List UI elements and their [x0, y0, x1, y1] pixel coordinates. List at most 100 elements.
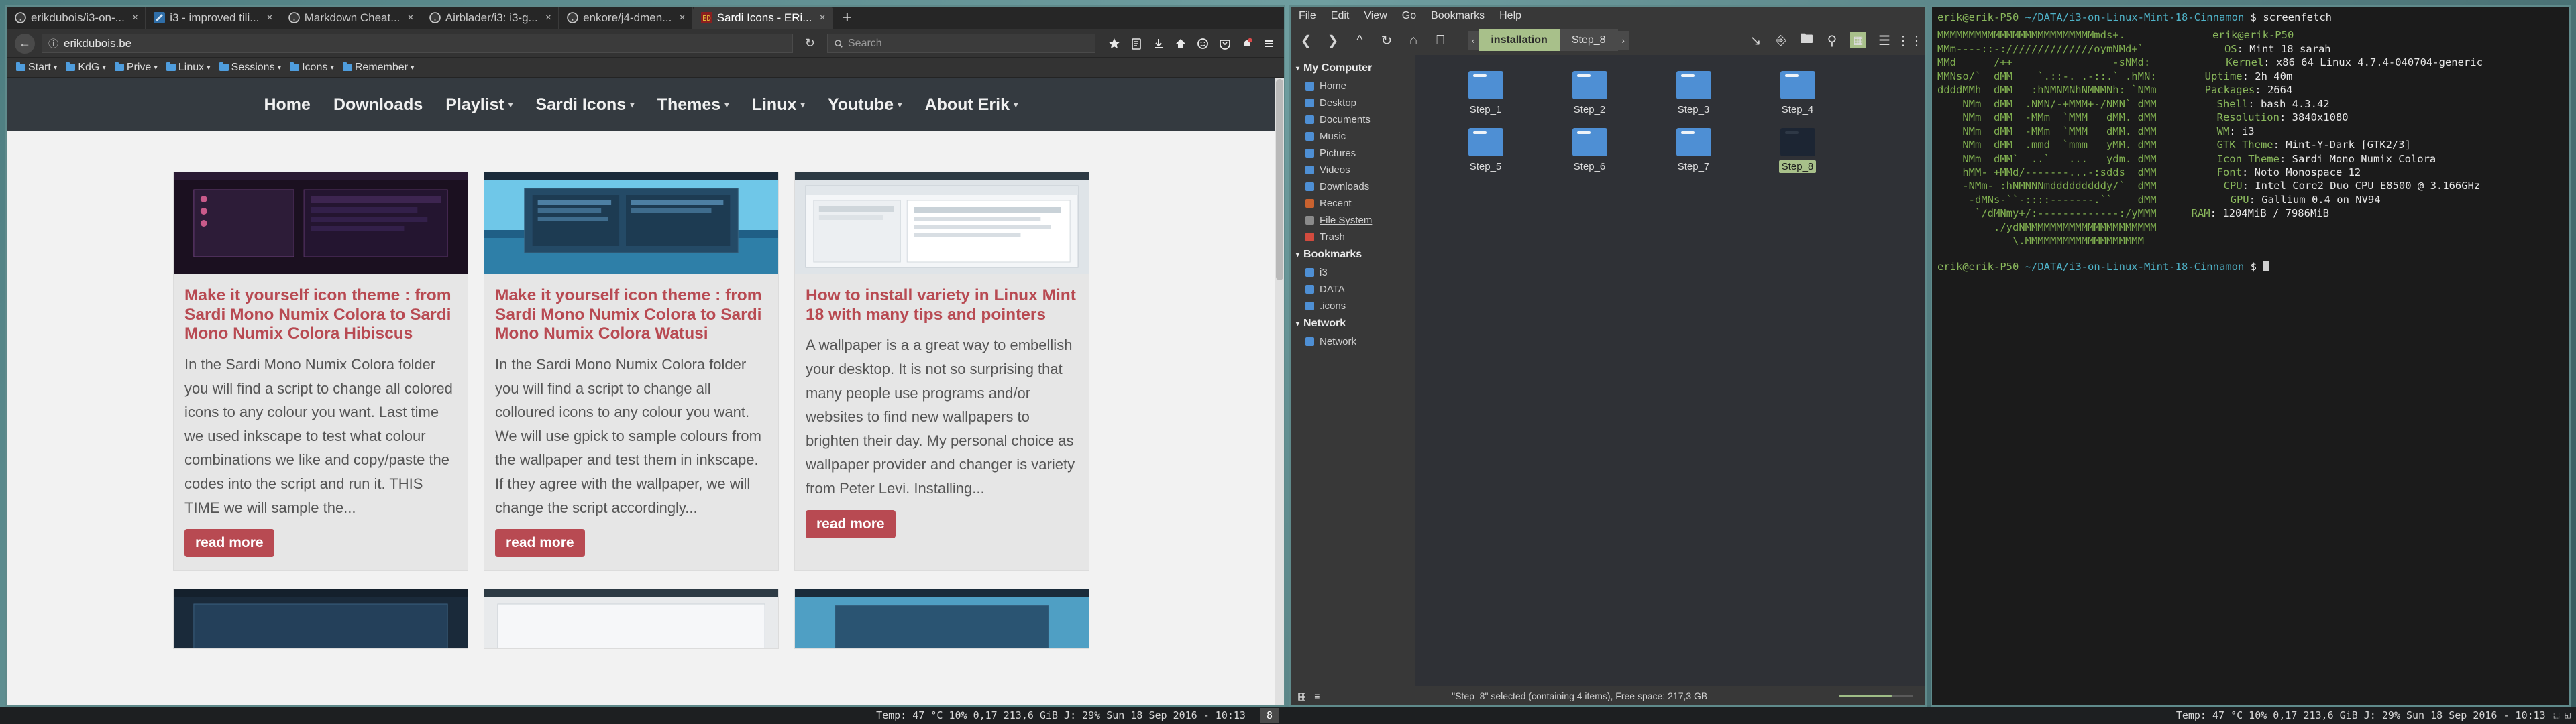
file-item[interactable]: Step_4 — [1746, 64, 1849, 121]
layout-indicator[interactable]: ⬚ ◱ — [2554, 710, 2571, 721]
workspace-indicator[interactable]: 8 — [1260, 708, 1279, 723]
menu-help[interactable]: Help — [1499, 10, 1521, 22]
sidebar-item-network[interactable]: Network — [1291, 333, 1415, 350]
breadcrumb-next-icon[interactable]: › — [1618, 31, 1629, 50]
sidebar-item-file-system[interactable]: File System — [1291, 212, 1415, 229]
read-more-button[interactable]: read more — [806, 510, 896, 538]
file-item[interactable]: Step_3 — [1642, 64, 1746, 121]
address-input[interactable]: ⓘ erikdubois.be — [42, 34, 793, 53]
sidebar-group-network[interactable]: ▾Network — [1291, 314, 1415, 333]
site-info-icon[interactable]: ⓘ — [48, 36, 58, 50]
article-card[interactable] — [173, 589, 468, 649]
new-folder-icon[interactable]: 🖿 — [1799, 29, 1814, 52]
sidebar-item-downloads[interactable]: Downloads — [1291, 178, 1415, 195]
reload-icon[interactable]: ↻ — [800, 36, 820, 50]
up-icon[interactable]: ^ — [1352, 33, 1367, 48]
sidebar-item-icons[interactable]: .icons — [1291, 298, 1415, 314]
reload-icon[interactable]: ↻ — [1379, 32, 1394, 49]
breadcrumb-prev-icon[interactable]: ‹ — [1468, 31, 1479, 50]
smiley-icon[interactable] — [1196, 37, 1210, 50]
split-view-icon[interactable]: ↘ — [1748, 32, 1763, 49]
tab-close-icon[interactable]: × — [816, 12, 825, 24]
scrollbar-thumb[interactable] — [1276, 79, 1283, 280]
sidebar-item-pictures[interactable]: Pictures — [1291, 145, 1415, 162]
sidebar-item-data[interactable]: DATA — [1291, 281, 1415, 298]
sidebar-group-my-computer[interactable]: ▾My Computer — [1291, 59, 1415, 78]
browser-tab[interactable]: enkore/j4-dmen... × — [559, 7, 693, 29]
article-card[interactable]: Make it yourself icon theme : from Sardi… — [484, 172, 779, 571]
forward-icon[interactable]: ❯ — [1326, 32, 1340, 49]
bookmark-item[interactable]: Remember▾ — [339, 60, 418, 75]
breadcrumb-installation[interactable]: installation — [1479, 29, 1559, 51]
terminal-window[interactable]: erik@erik-P50 ~/DATA/i3-on-Linux-Mint-18… — [1931, 5, 2571, 707]
sidebar-item-music[interactable]: Music — [1291, 128, 1415, 145]
pocket-icon[interactable] — [1218, 37, 1232, 50]
breadcrumb-step8[interactable]: Step_8 — [1560, 29, 1618, 51]
page-scrollbar[interactable] — [1275, 78, 1284, 705]
file-item[interactable]: Step_2 — [1538, 64, 1642, 121]
browser-tab[interactable]: Markdown Cheat... × — [280, 7, 421, 29]
download-icon[interactable] — [1152, 37, 1165, 50]
search-input[interactable]: Search — [827, 34, 1095, 53]
article-title[interactable]: Make it yourself icon theme : from Sardi… — [184, 286, 457, 344]
view-toggle-grid-icon[interactable]: ▦ — [1297, 690, 1306, 702]
nav-item-themes[interactable]: Themes▾ — [657, 95, 729, 115]
hamburger-menu-icon[interactable] — [1263, 37, 1276, 50]
search-icon[interactable]: ⚲ — [1825, 32, 1839, 49]
sidebar-group-bookmarks[interactable]: ▾Bookmarks — [1291, 245, 1415, 264]
new-tab-button[interactable]: + — [833, 7, 861, 29]
device-icon[interactable]: ⎕ — [1433, 33, 1448, 48]
article-card[interactable]: Make it yourself icon theme : from Sardi… — [173, 172, 468, 571]
nav-item-home[interactable]: Home — [264, 95, 310, 115]
nav-item-about-erik[interactable]: About Erik▾ — [925, 95, 1018, 115]
file-item[interactable]: Step_5 — [1434, 121, 1538, 178]
home-icon[interactable]: ⌂ — [1406, 33, 1421, 48]
article-card[interactable] — [484, 589, 779, 649]
sidebar-item-videos[interactable]: Videos — [1291, 162, 1415, 178]
file-item-selected[interactable]: Step_8 — [1746, 121, 1849, 178]
file-item[interactable]: Step_6 — [1538, 121, 1642, 178]
sidebar-item-desktop[interactable]: Desktop — [1291, 95, 1415, 111]
star-icon[interactable] — [1108, 37, 1121, 50]
tab-close-icon[interactable]: × — [264, 12, 272, 24]
bookmark-item[interactable]: Linux▾ — [163, 60, 214, 75]
bookmark-item[interactable]: Start▾ — [13, 60, 60, 75]
menu-edit[interactable]: Edit — [1331, 10, 1350, 22]
file-manager-file-area[interactable]: Step_1 Step_2 Step_3 Step_4 Step_5 Step_… — [1415, 55, 1925, 686]
tab-close-icon[interactable]: × — [405, 12, 413, 24]
sidebar-item-i3[interactable]: i3 — [1291, 264, 1415, 281]
bookmark-item[interactable]: Sessions▾ — [216, 60, 284, 75]
menu-go[interactable]: Go — [1402, 10, 1416, 22]
reader-icon[interactable] — [1130, 37, 1143, 50]
browser-tab-active[interactable]: ED Sardi Icons - ERi... × — [693, 7, 833, 29]
sidebar-item-home[interactable]: Home — [1291, 78, 1415, 95]
terminal-icon[interactable]: ⎆ — [1774, 33, 1788, 48]
browser-tab[interactable]: i3 - improved tili... × — [146, 7, 280, 29]
zoom-slider[interactable] — [1839, 695, 1913, 697]
notification-icon[interactable] — [1240, 37, 1254, 50]
browser-tab[interactable]: erikdubois/i3-on-... × — [7, 7, 146, 29]
browser-tab[interactable]: Airblader/i3: i3-g... × — [421, 7, 559, 29]
nav-item-linux[interactable]: Linux▾ — [752, 95, 805, 115]
article-title[interactable]: Make it yourself icon theme : from Sardi… — [495, 286, 767, 344]
nav-item-youtube[interactable]: Youtube▾ — [828, 95, 902, 115]
tab-close-icon[interactable]: × — [676, 12, 685, 24]
grid-view-icon[interactable]: ▦ — [1850, 32, 1866, 48]
tab-close-icon[interactable]: × — [129, 12, 138, 24]
home-icon[interactable] — [1174, 37, 1187, 50]
read-more-button[interactable]: read more — [495, 529, 585, 557]
view-toggle-list-icon[interactable]: ≡ — [1314, 690, 1320, 701]
file-item[interactable]: Step_7 — [1642, 121, 1746, 178]
article-card[interactable]: How to install variety in Linux Mint 18 … — [794, 172, 1089, 571]
file-item[interactable]: Step_1 — [1434, 64, 1538, 121]
menu-bookmarks[interactable]: Bookmarks — [1431, 10, 1485, 22]
menu-view[interactable]: View — [1364, 10, 1387, 22]
nav-item-playlist[interactable]: Playlist▾ — [445, 95, 513, 115]
back-icon[interactable]: ❮ — [1299, 32, 1313, 49]
sidebar-item-trash[interactable]: Trash — [1291, 229, 1415, 245]
read-more-button[interactable]: read more — [184, 529, 274, 557]
article-title[interactable]: How to install variety in Linux Mint 18 … — [806, 286, 1078, 324]
sidebar-item-recent[interactable]: Recent — [1291, 195, 1415, 212]
nav-item-sardi-icons[interactable]: Sardi Icons▾ — [535, 95, 634, 115]
apps-icon[interactable]: ⋮⋮ — [1902, 32, 1917, 49]
